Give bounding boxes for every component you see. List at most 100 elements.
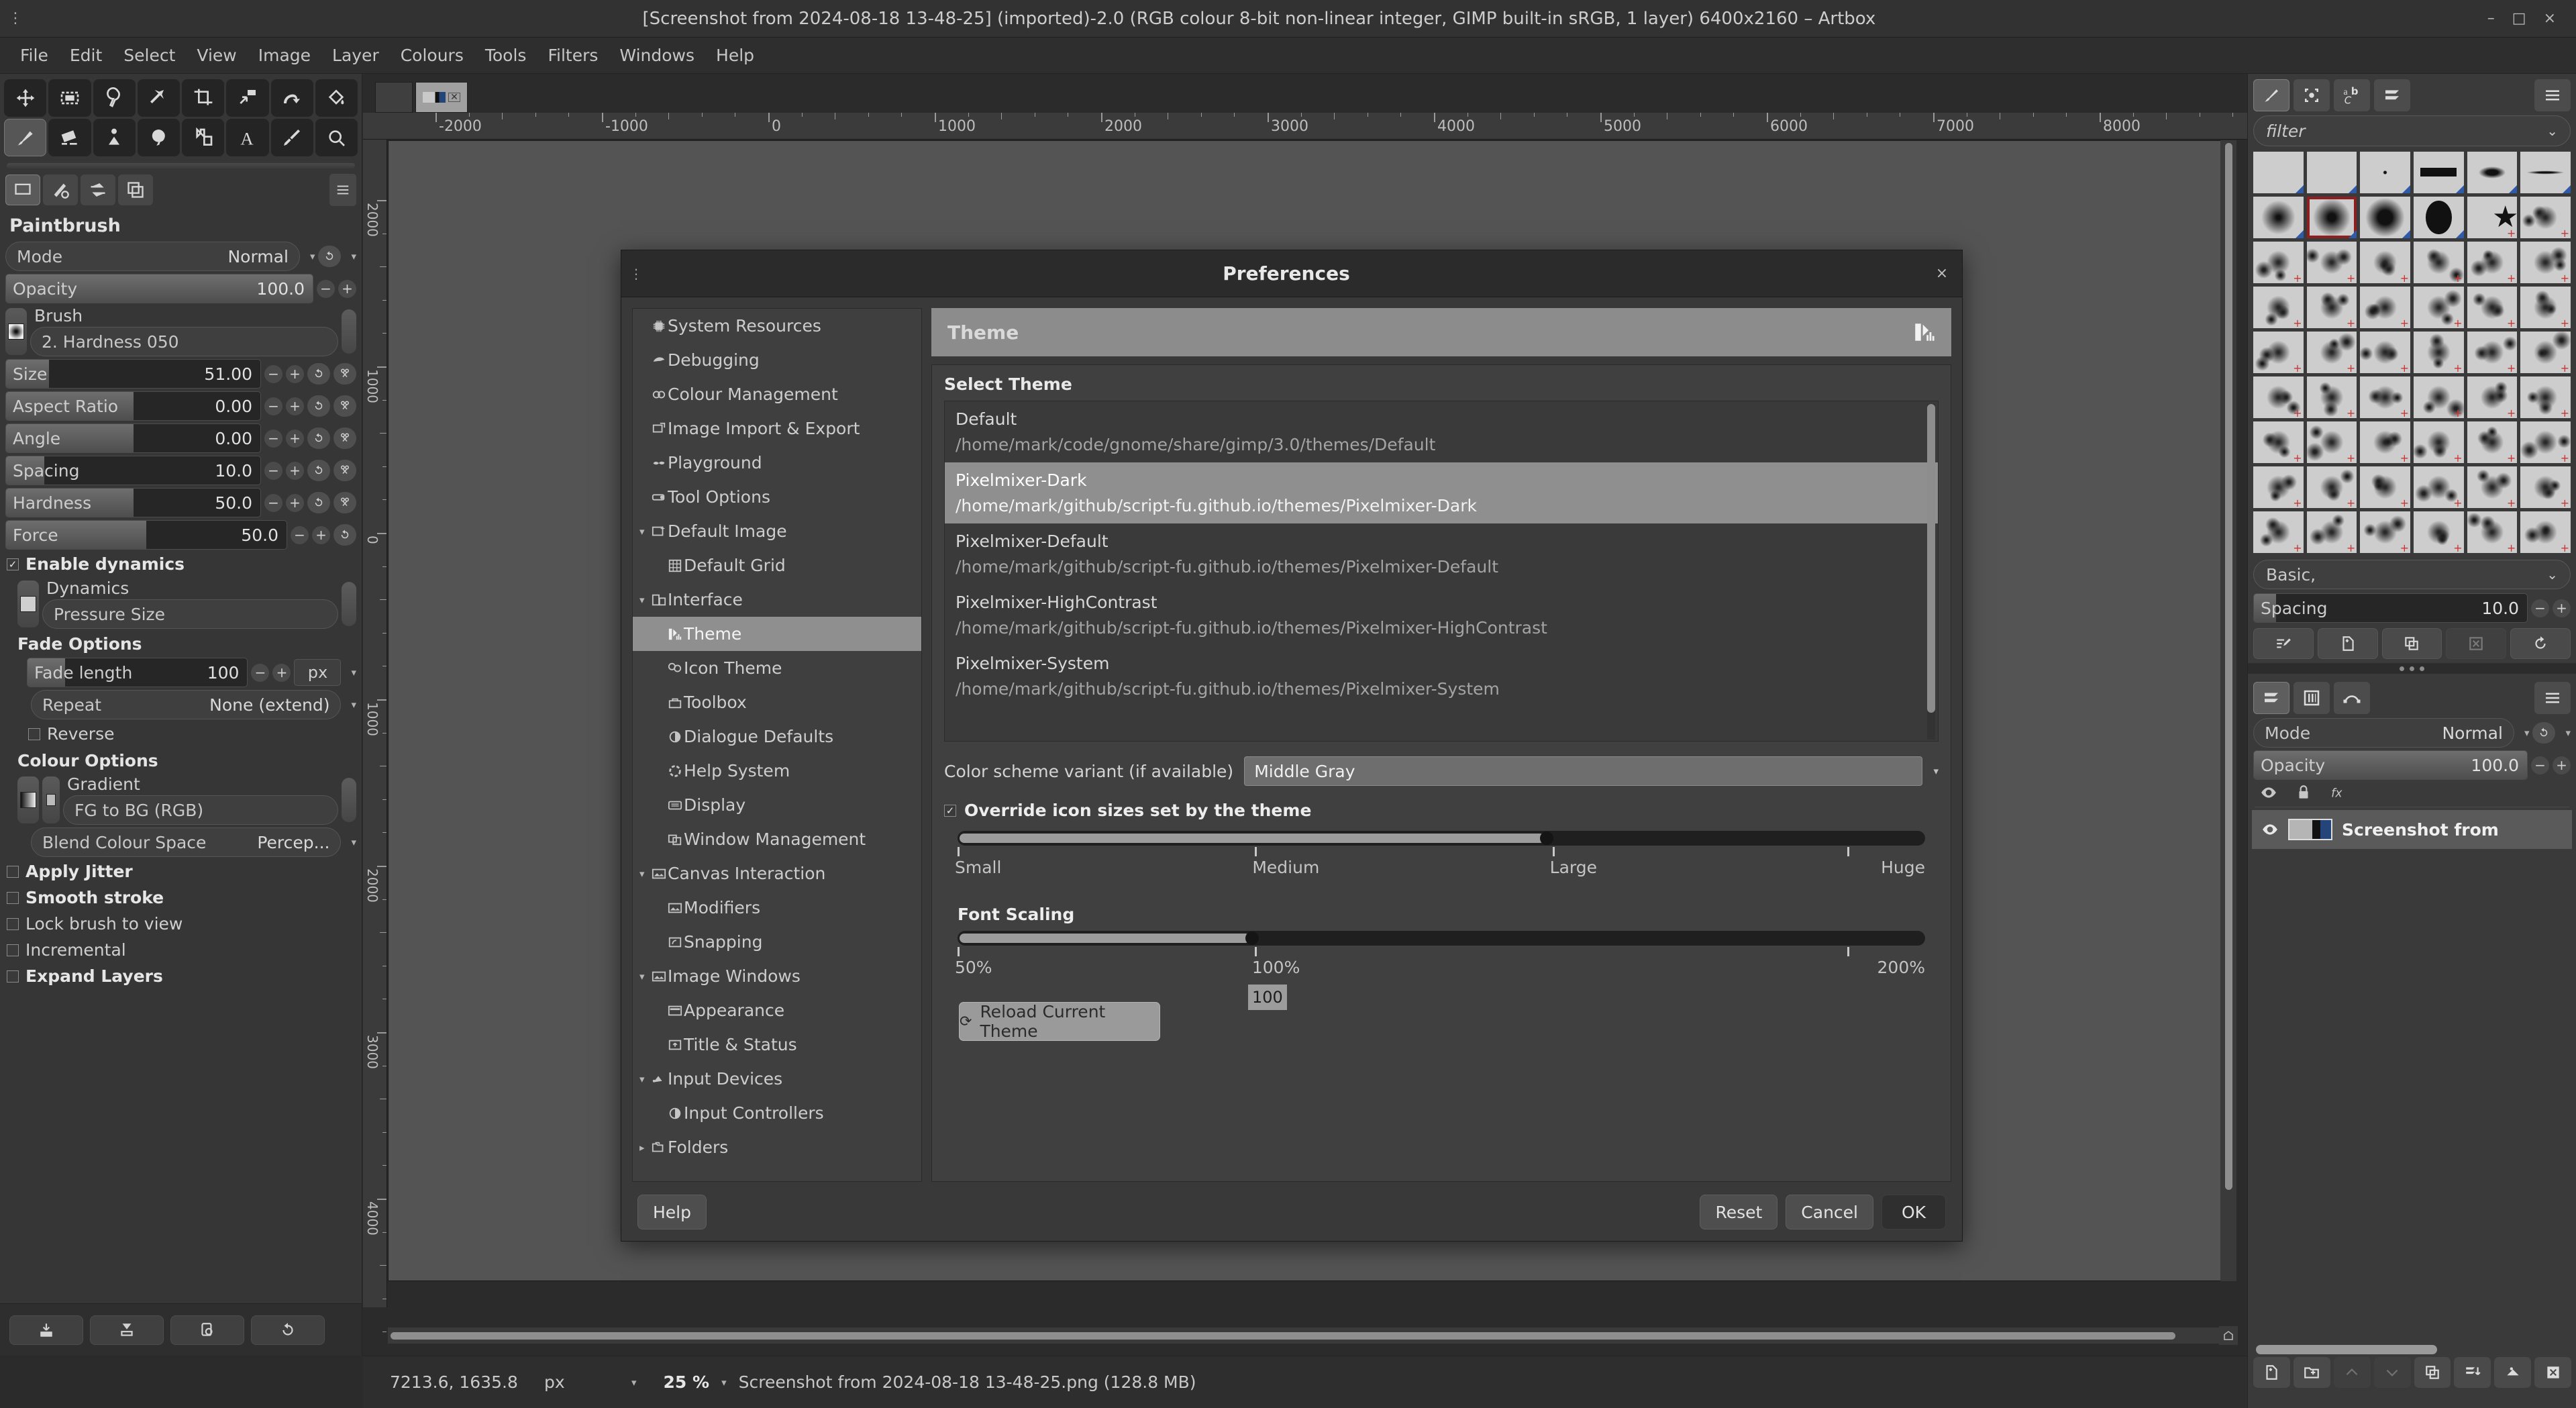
layers-scrollbar[interactable] <box>2256 1345 2437 1354</box>
prefs-tree-item-display[interactable]: Display <box>633 788 921 822</box>
clone-tool-button[interactable] <box>93 119 136 156</box>
mode-chevron-down-icon[interactable]: ▾ <box>310 250 315 262</box>
brush-item[interactable]: + <box>2467 287 2518 328</box>
maximize-button[interactable]: □ <box>2512 10 2526 27</box>
image-tab-1[interactable] <box>375 82 413 113</box>
navigation-preview-button[interactable] <box>2219 1326 2238 1345</box>
edit-brush-icon[interactable] <box>2253 628 2314 659</box>
brush-item[interactable]: + <box>2520 242 2571 283</box>
prefs-tree-item-snapping[interactable]: Snapping <box>633 925 921 959</box>
gradient-reverse-button[interactable] <box>42 776 60 823</box>
menu-item-image[interactable]: Image <box>248 42 321 69</box>
layer-mode-combo[interactable]: Mode Normal <box>2253 718 2514 748</box>
tab-undo-history[interactable] <box>81 174 115 205</box>
brush-item[interactable] <box>2253 152 2304 193</box>
brush-item[interactable]: + <box>2520 287 2571 328</box>
prefs-tree-item-title-status[interactable]: Title & Status <box>633 1027 921 1062</box>
duplicate-layer-icon[interactable] <box>2414 1357 2451 1388</box>
spacing-slider[interactable]: Spacing 10.0 <box>5 456 261 485</box>
close-icon[interactable]: ✕ <box>448 93 460 102</box>
save-tool-preset-icon[interactable] <box>9 1315 83 1345</box>
size-slider[interactable]: Size 51.00 <box>5 359 261 389</box>
expand-layers-checkbox[interactable] <box>7 970 19 983</box>
brush-spacing-increase-button[interactable]: + <box>2553 599 2571 617</box>
free-select-tool-button[interactable] <box>93 79 136 117</box>
reset-icon[interactable] <box>307 492 330 513</box>
smooth-stroke-row[interactable]: Smooth stroke <box>0 885 362 911</box>
paths-tab[interactable] <box>2334 682 2370 714</box>
brush-item[interactable]: + <box>2306 511 2357 553</box>
gradient-preview[interactable] <box>17 776 39 823</box>
unit-selector[interactable]: px <box>544 1372 625 1392</box>
crop-tool-button[interactable] <box>182 79 225 117</box>
smudge-tool-button[interactable] <box>137 119 180 156</box>
link-to-brush-icon[interactable] <box>333 460 356 481</box>
channels-tab[interactable] <box>2294 682 2330 714</box>
brush-item[interactable]: + <box>2467 466 2518 508</box>
prefs-tree-item-folders[interactable]: ▸ Folders <box>633 1130 921 1164</box>
patterns-tab[interactable] <box>2294 79 2330 111</box>
close-button[interactable]: × <box>2544 10 2556 27</box>
raise-layer-icon[interactable] <box>2333 1357 2371 1388</box>
layer-mode-chevron-down-icon[interactable]: ▾ <box>2524 727 2530 739</box>
delete-layer-icon[interactable] <box>2534 1357 2571 1388</box>
brush-item[interactable] <box>2413 152 2464 193</box>
opacity-slider[interactable]: Opacity 100.0 <box>5 274 313 303</box>
new-group-icon[interactable] <box>2293 1357 2330 1388</box>
zoom-chevron-down-icon[interactable]: ▾ <box>721 1376 727 1389</box>
text-tool-button[interactable]: A <box>226 119 269 156</box>
fade-unit-chevron-down-icon[interactable]: ▾ <box>351 666 356 678</box>
brush-spacing-slider[interactable]: Spacing 10.0 <box>2253 593 2528 623</box>
brush-item[interactable]: + <box>2360 511 2410 553</box>
cancel-button[interactable]: Cancel <box>1786 1195 1873 1229</box>
menu-item-tools[interactable]: Tools <box>474 42 537 69</box>
mode-reset-icon[interactable] <box>318 246 342 267</box>
theme-list-item[interactable]: Pixelmixer-Default/home/mark/github/scri… <box>945 523 1938 585</box>
brush-item[interactable]: + <box>2253 421 2304 463</box>
mode-reset-chevron-icon[interactable]: ▾ <box>351 250 356 262</box>
brush-item[interactable] <box>2360 152 2410 193</box>
preferences-menu-icon[interactable]: ⋮ <box>621 266 651 282</box>
window-menu-icon[interactable]: ⋮ <box>0 10 31 27</box>
reload-current-theme-button[interactable]: ⟳ Reload Current Theme <box>959 1002 1160 1041</box>
apply-jitter-row[interactable]: Apply Jitter <box>0 858 362 885</box>
prefs-tree-item-icon-theme[interactable]: Icon Theme <box>633 651 921 685</box>
override-icon-sizes-row[interactable]: Override icon sizes set by the theme <box>944 801 1939 820</box>
horizontal-scrollbar-thumb[interactable] <box>391 1332 2175 1340</box>
reset-icon[interactable] <box>307 460 330 481</box>
prefs-tree-item-toolbox[interactable]: Toolbox <box>633 685 921 719</box>
incremental-row[interactable]: Incremental <box>0 937 362 963</box>
minimize-button[interactable]: – <box>2487 10 2495 27</box>
layer-opacity-decrease-button[interactable]: − <box>2531 756 2549 774</box>
dock-grip[interactable] <box>2248 663 2576 674</box>
decrease-button[interactable]: − <box>264 364 282 383</box>
fade-length-increase-button[interactable]: + <box>272 663 291 682</box>
prefs-tree-item-default-image[interactable]: ▾ Default Image <box>633 514 921 548</box>
fx-icon[interactable]: fx <box>2330 784 2347 801</box>
new-layer-icon[interactable] <box>2253 1357 2290 1388</box>
prefs-tree-item-image-import-export[interactable]: Image Import & Export <box>633 411 921 446</box>
increase-button[interactable]: + <box>286 493 304 512</box>
paintbrush-tool-button[interactable] <box>4 119 47 156</box>
brush-item[interactable]: + <box>2520 197 2571 238</box>
brush-item[interactable]: + <box>2360 466 2410 508</box>
brush-item[interactable]: + <box>2413 511 2464 553</box>
preferences-close-icon[interactable]: × <box>1922 265 1962 282</box>
brush-item[interactable] <box>2360 197 2410 238</box>
reset-tool-options-icon[interactable] <box>251 1315 325 1345</box>
brush-item[interactable]: ★ + <box>2467 197 2518 238</box>
brush-combo[interactable]: 2. Hardness 050 <box>30 327 338 356</box>
horizontal-scrollbar[interactable] <box>388 1327 2230 1344</box>
increase-button[interactable]: + <box>286 364 304 383</box>
tree-expander-icon[interactable]: ▾ <box>639 868 650 880</box>
brush-spacing-decrease-button[interactable]: − <box>2531 599 2549 617</box>
brush-item[interactable]: + <box>2360 376 2410 418</box>
font-scaling-entry[interactable]: 100 <box>1247 985 1287 1010</box>
eye-icon[interactable] <box>2260 784 2277 801</box>
menu-item-help[interactable]: Help <box>705 42 765 69</box>
gradient-combo[interactable]: FG to BG (RGB) <box>63 795 338 825</box>
vertical-scrollbar-thumb[interactable] <box>2225 143 2232 1190</box>
reset-icon[interactable] <box>333 524 356 546</box>
brush-item[interactable]: + <box>2467 332 2518 373</box>
brush-item[interactable] <box>2306 152 2357 193</box>
